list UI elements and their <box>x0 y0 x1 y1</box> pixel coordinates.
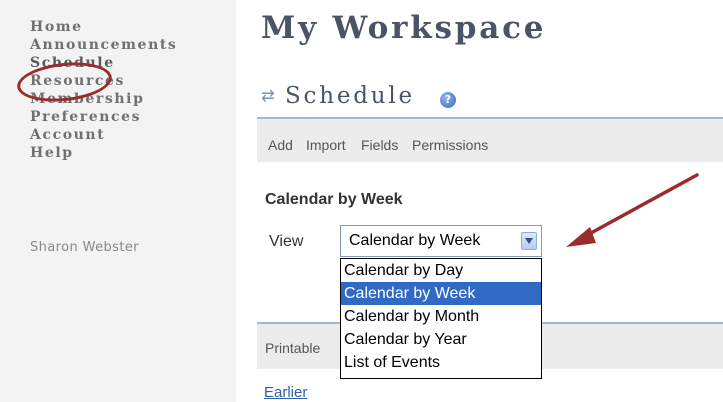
help-icon[interactable]: ? <box>440 92 456 108</box>
add-link[interactable]: Add <box>268 137 293 153</box>
option-calendar-by-month[interactable]: Calendar by Month <box>341 305 541 328</box>
sidebar-item-help[interactable]: Help <box>30 144 177 162</box>
view-dropdown-list: Calendar by Day Calendar by Week Calenda… <box>340 258 542 379</box>
fields-link[interactable]: Fields <box>361 137 398 153</box>
option-calendar-by-week[interactable]: Calendar by Week <box>341 282 541 305</box>
view-label: View <box>269 233 304 250</box>
sidebar-item-account[interactable]: Account <box>30 126 177 144</box>
option-calendar-by-year[interactable]: Calendar by Year <box>341 328 541 351</box>
import-link[interactable]: Import <box>306 137 346 153</box>
option-calendar-by-day[interactable]: Calendar by Day <box>341 259 541 282</box>
workspace-title: My Workspace <box>261 10 547 46</box>
option-list-of-events[interactable]: List of Events <box>341 351 541 374</box>
user-name: Sharon Webster <box>30 240 139 255</box>
view-select[interactable]: Calendar by Week <box>340 225 542 257</box>
view-select-value: Calendar by Week <box>349 232 481 249</box>
section-title: Calendar by Week <box>265 191 403 208</box>
permissions-link[interactable]: Permissions <box>412 137 488 153</box>
earlier-link[interactable]: Earlier <box>264 384 307 401</box>
sidebar: Home Announcements Schedule Resources Me… <box>0 0 236 402</box>
printable-link[interactable]: Printable <box>265 340 320 356</box>
chevron-down-icon[interactable] <box>521 232 537 250</box>
toolbar: Add Import Fields Permissions <box>257 117 723 162</box>
sidebar-item-preferences[interactable]: Preferences <box>30 108 177 126</box>
tool-title: Schedule <box>285 83 415 109</box>
sidebar-item-announcements[interactable]: Announcements <box>30 36 177 54</box>
sidebar-item-home[interactable]: Home <box>30 18 177 36</box>
refresh-arrows-icon[interactable]: ⇄ <box>259 88 277 106</box>
